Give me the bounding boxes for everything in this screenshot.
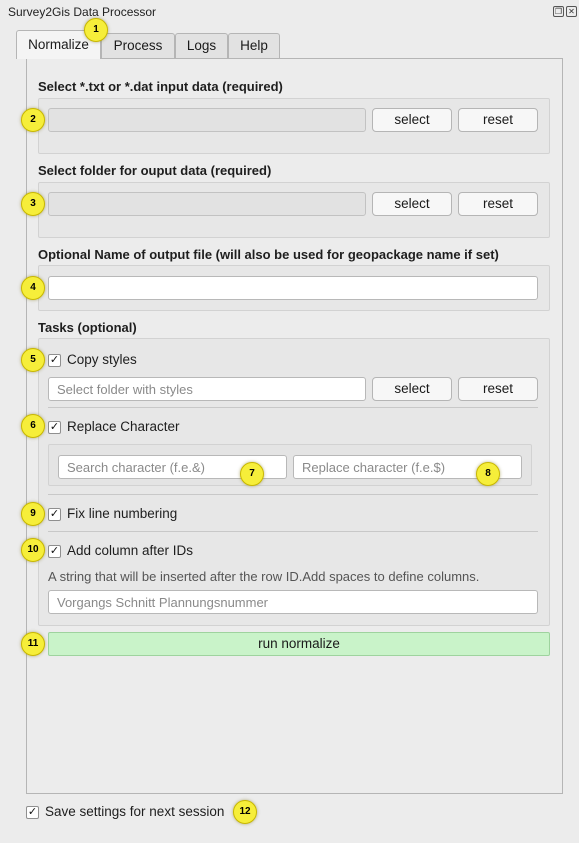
- marker-1: 1: [84, 18, 108, 42]
- tab-help[interactable]: Help: [228, 33, 280, 58]
- marker-3: 3: [21, 192, 45, 216]
- add-column-hint: A string that will be inserted after the…: [48, 569, 480, 584]
- marker-6: 6: [21, 414, 45, 438]
- styles-select-button[interactable]: select: [372, 377, 452, 401]
- tab-logs[interactable]: Logs: [175, 33, 228, 58]
- marker-2: 2: [21, 108, 45, 132]
- add-column-checkbox[interactable]: ✓: [48, 545, 61, 558]
- marker-8: 8: [476, 462, 500, 486]
- add-column-label: Add column after IDs: [67, 543, 194, 558]
- input-file-field[interactable]: [48, 108, 366, 132]
- close-icon[interactable]: ✕: [566, 6, 577, 17]
- divider: [48, 494, 538, 495]
- styles-reset-button[interactable]: reset: [458, 377, 538, 401]
- output-reset-button[interactable]: reset: [458, 192, 538, 216]
- run-normalize-button[interactable]: run normalize: [48, 632, 550, 656]
- divider: [48, 531, 538, 532]
- name-section-label: Optional Name of output file (will also …: [38, 247, 499, 262]
- tab-process[interactable]: Process: [101, 33, 175, 58]
- copy-styles-checkbox[interactable]: ✓: [48, 354, 61, 367]
- output-name-field[interactable]: [48, 276, 538, 300]
- output-folder-field[interactable]: [48, 192, 366, 216]
- fix-line-numbering-label: Fix line numbering: [67, 506, 178, 521]
- styles-folder-field[interactable]: [48, 377, 366, 401]
- replace-character-checkbox[interactable]: ✓: [48, 421, 61, 434]
- marker-7: 7: [240, 462, 264, 486]
- marker-9: 9: [21, 502, 45, 526]
- input-select-button[interactable]: select: [372, 108, 452, 132]
- output-section-label: Select folder for ouput data (required): [38, 163, 272, 178]
- replace-character-label: Replace Character: [67, 419, 180, 434]
- marker-10: 10: [21, 538, 45, 562]
- output-select-button[interactable]: select: [372, 192, 452, 216]
- divider: [48, 407, 538, 408]
- window-title: Survey2Gis Data Processor: [8, 5, 157, 19]
- marker-11: 11: [21, 632, 45, 656]
- tasks-section-label: Tasks (optional): [38, 320, 137, 335]
- input-reset-button[interactable]: reset: [458, 108, 538, 132]
- save-settings-checkbox[interactable]: ✓: [26, 806, 39, 819]
- fix-line-numbering-checkbox[interactable]: ✓: [48, 508, 61, 521]
- input-section-label: Select *.txt or *.dat input data (requir…: [38, 79, 283, 94]
- marker-4: 4: [21, 276, 45, 300]
- restore-icon[interactable]: ❐: [553, 6, 564, 17]
- column-string-field[interactable]: [48, 590, 538, 614]
- marker-12: 12: [233, 800, 257, 824]
- marker-5: 5: [21, 348, 45, 372]
- copy-styles-label: Copy styles: [67, 352, 137, 367]
- save-settings-label: Save settings for next session: [45, 804, 225, 819]
